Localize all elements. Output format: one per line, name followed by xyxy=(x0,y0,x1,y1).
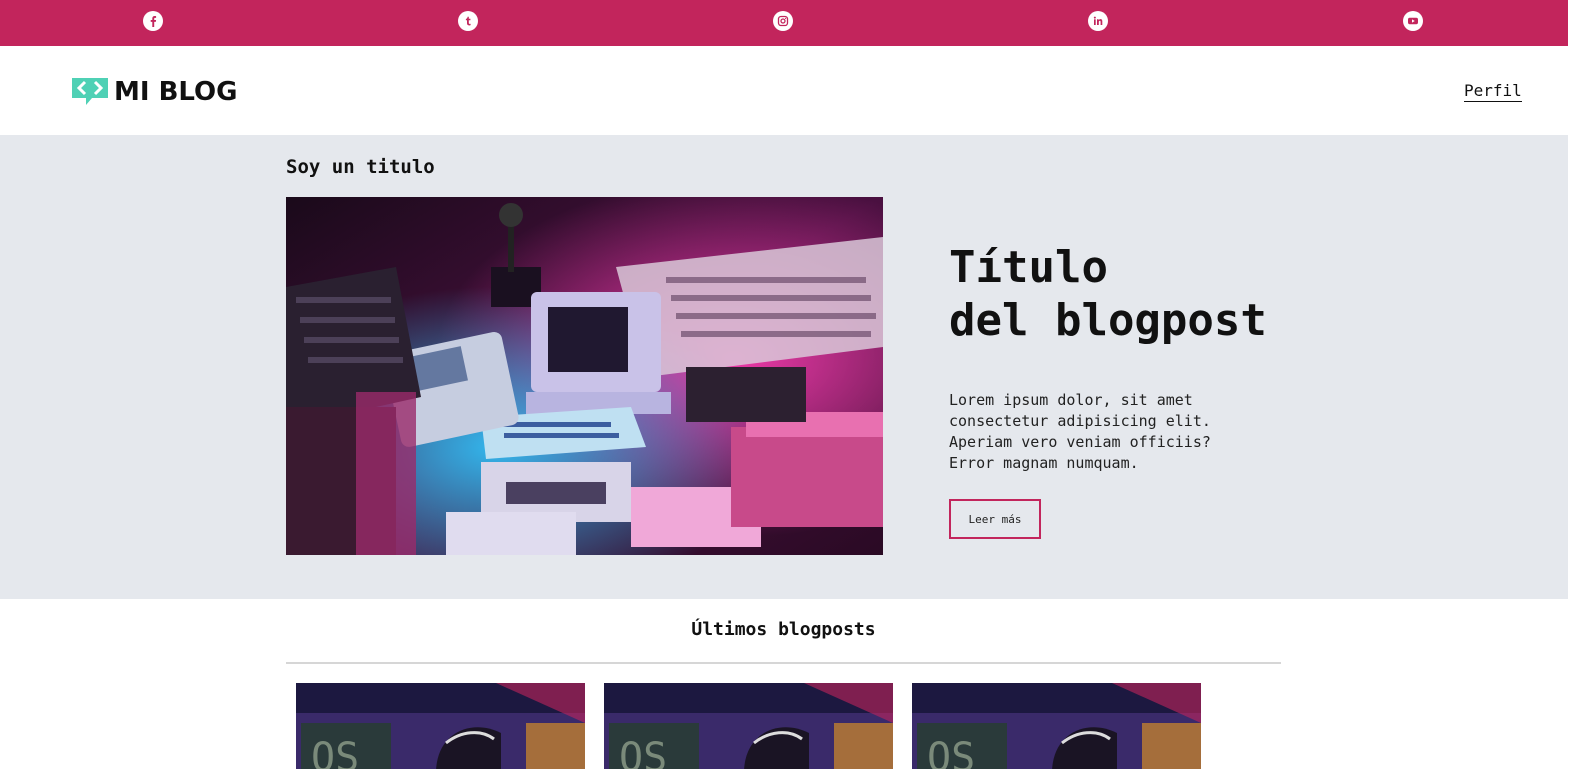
featured-section: Soy un titulo Título del blogpost Lorem … xyxy=(0,135,1568,599)
latest-post-image[interactable]: OS xyxy=(912,683,1201,769)
latest-post-image[interactable]: OS xyxy=(296,683,585,769)
svg-text:OS: OS xyxy=(311,735,359,769)
svg-text:OS: OS xyxy=(619,735,667,769)
post-title-line-1: Título xyxy=(949,242,1108,293)
logo-text: MI BLOG xyxy=(114,77,238,107)
social-bar xyxy=(0,0,1568,46)
post-title: Título del blogpost xyxy=(949,241,1349,347)
section-title: Soy un titulo xyxy=(286,156,435,178)
instagram-icon[interactable] xyxy=(773,11,793,31)
latest-posts-heading: Últimos blogposts xyxy=(691,619,876,640)
featured-post-image[interactable] xyxy=(286,197,883,555)
tumblr-icon[interactable] xyxy=(458,11,478,31)
youtube-icon[interactable] xyxy=(1403,11,1423,31)
svg-text:OS: OS xyxy=(927,735,975,769)
code-chat-icon xyxy=(72,78,108,105)
facebook-icon[interactable] xyxy=(143,11,163,31)
site-header: MI BLOG Perfil xyxy=(0,46,1568,135)
site-logo[interactable]: MI BLOG xyxy=(70,76,238,108)
divider xyxy=(286,662,1281,664)
post-excerpt: Lorem ipsum dolor, sit amet consectetur … xyxy=(949,391,1211,472)
linkedin-icon[interactable] xyxy=(1088,11,1108,31)
post-title-line-2: del blogpost xyxy=(949,295,1267,346)
read-more-button[interactable]: Leer más xyxy=(949,499,1041,539)
nav-link-perfil[interactable]: Perfil xyxy=(1464,81,1522,102)
latest-post-image[interactable]: OS xyxy=(604,683,893,769)
